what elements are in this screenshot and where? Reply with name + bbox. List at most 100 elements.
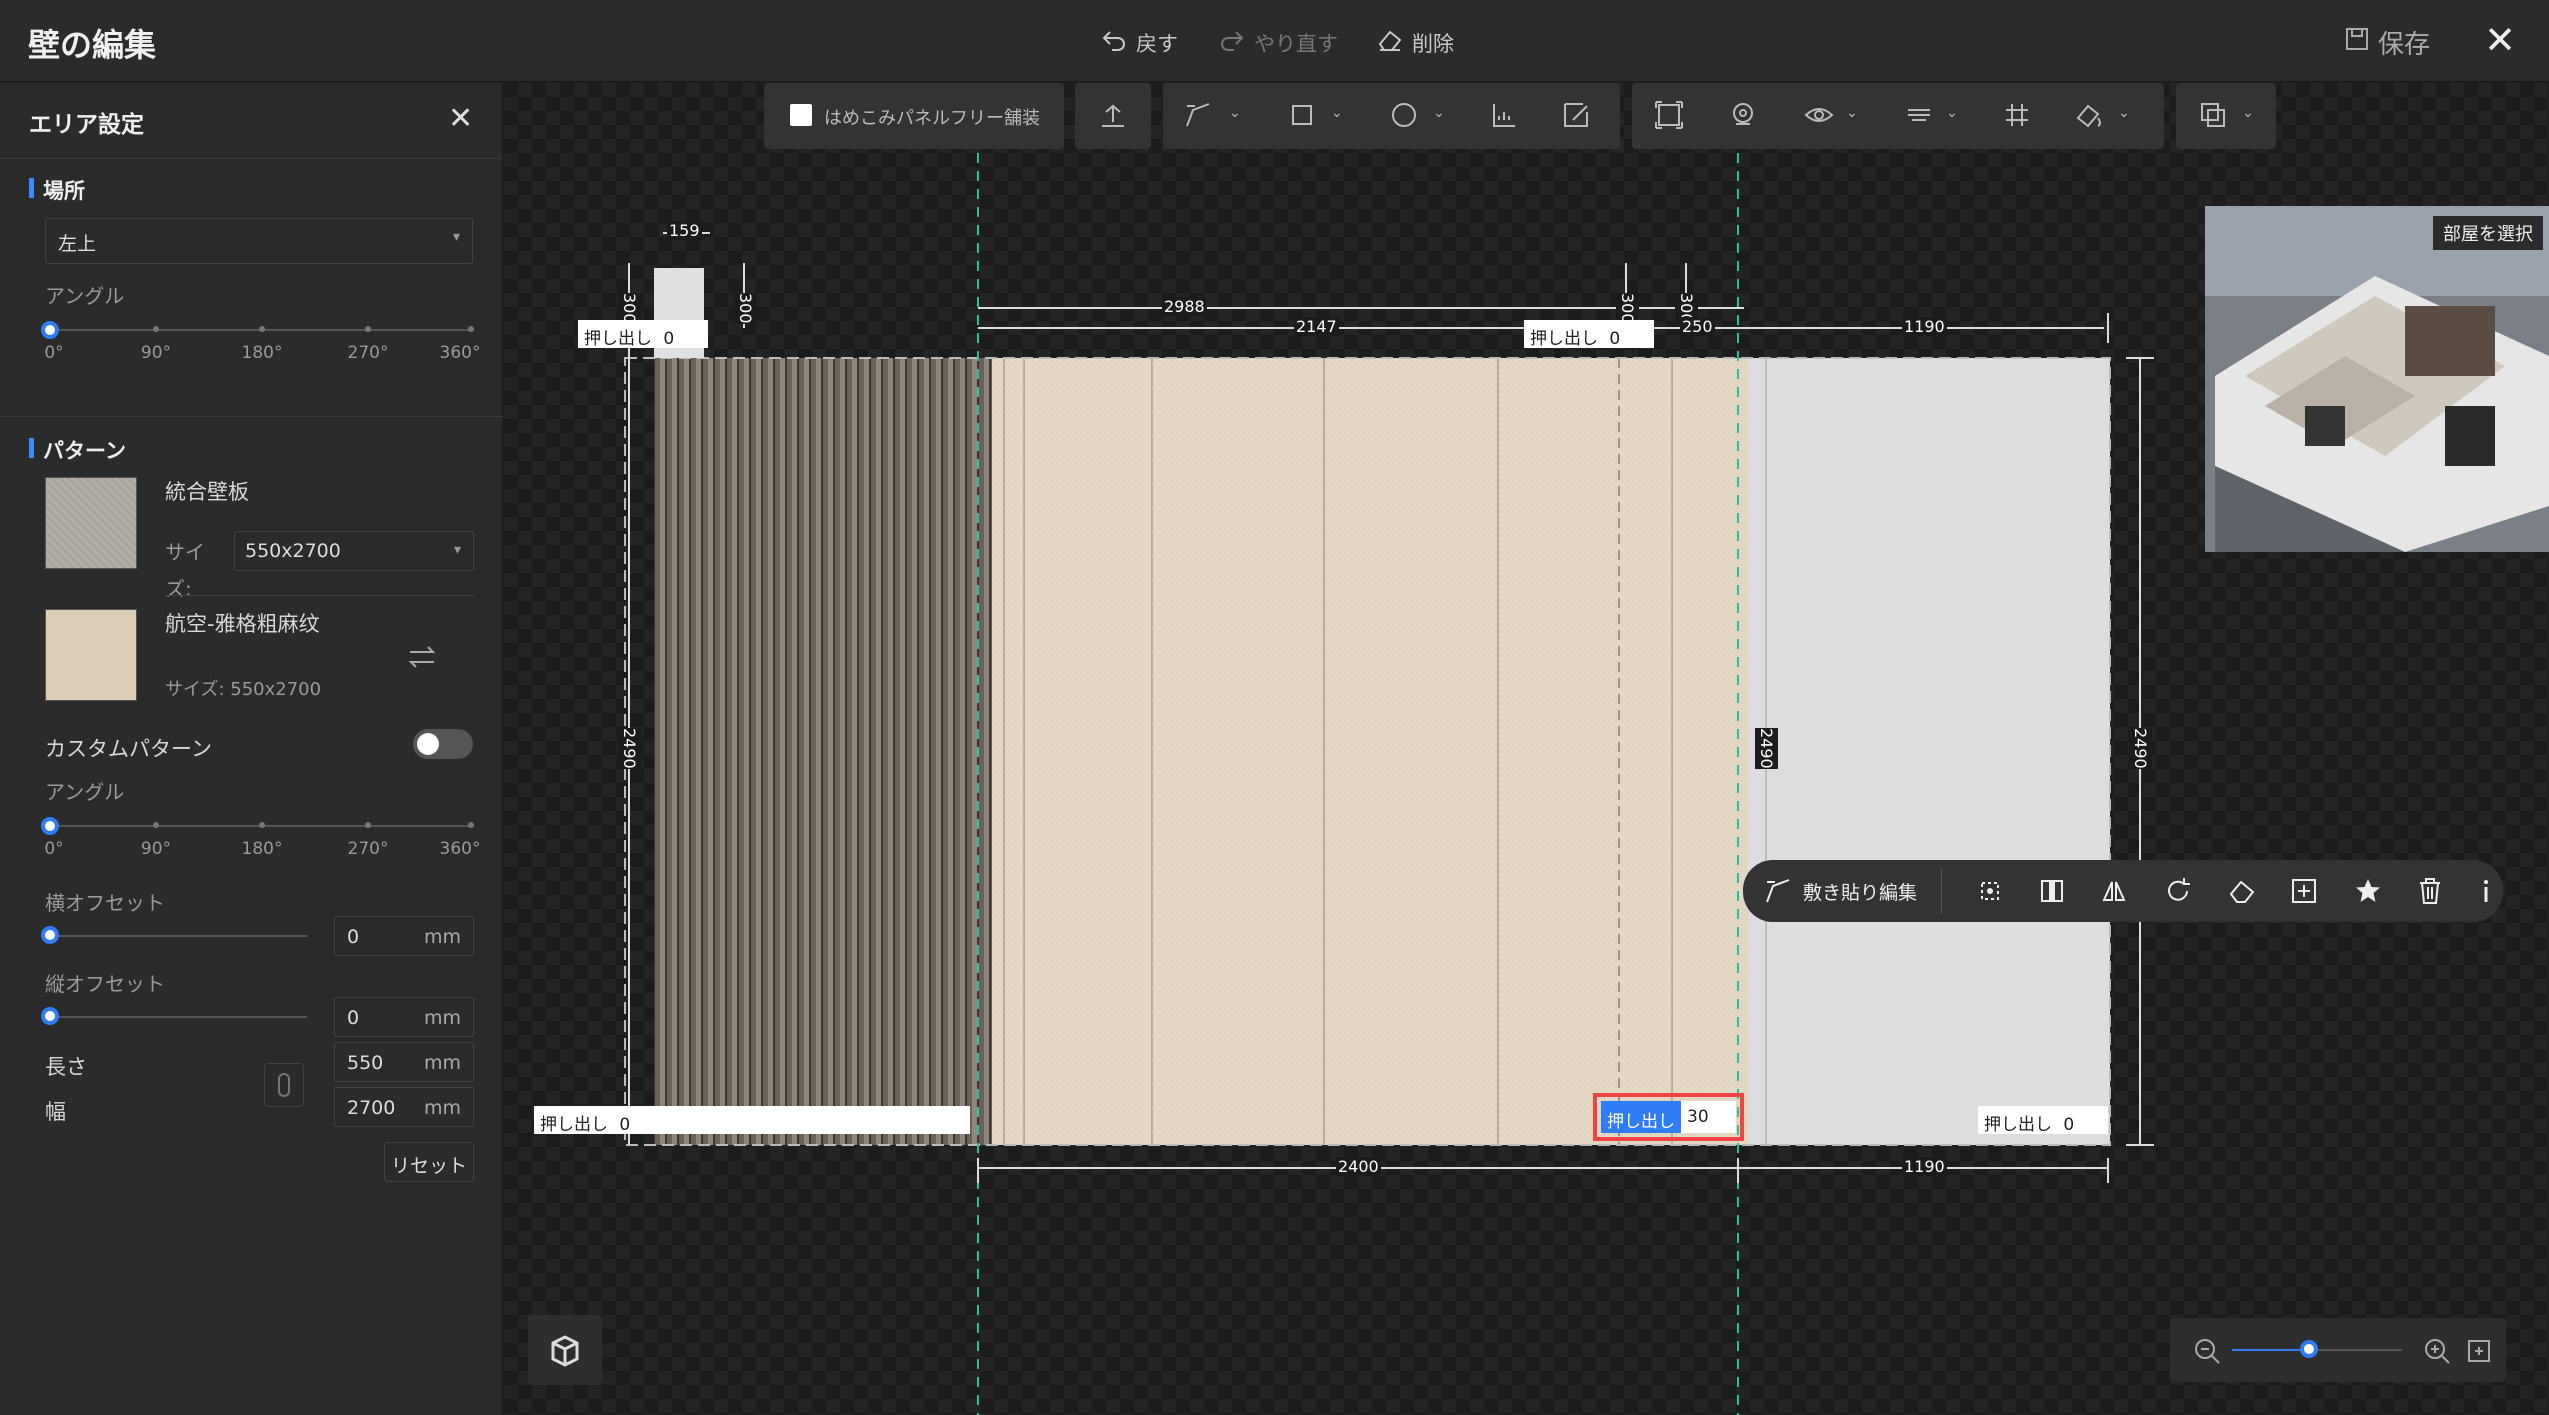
pattern-angle-slider[interactable]: 0° 90° 180° 270° 360° (41, 815, 480, 859)
location-select[interactable]: 左上 (45, 218, 473, 264)
mirror-icon[interactable] (2097, 874, 2131, 908)
delete-button[interactable]: 削除 (1376, 26, 1454, 59)
pattern-angle-knob[interactable] (41, 817, 59, 835)
chevron-down-icon[interactable]: ⌄ (1229, 105, 1241, 121)
layers-icon[interactable] (2196, 98, 2230, 132)
chevron-down-icon[interactable]: ⌄ (1331, 105, 1343, 121)
select-area-icon[interactable] (1652, 98, 1686, 132)
push-label-selected[interactable]: 押し出し 30 (1601, 1101, 1736, 1133)
info-icon[interactable] (2469, 874, 2503, 908)
push-value-input[interactable]: 30 (1687, 1107, 1709, 1127)
v-offset-input[interactable]: 0 mm (334, 997, 474, 1037)
location-section-title: 場所 (29, 175, 85, 205)
chevron-down-icon[interactable]: ⌄ (1433, 105, 1445, 121)
rectangle-tool-icon[interactable] (1285, 98, 1319, 132)
tick (468, 822, 474, 828)
push-label-bottom-left[interactable]: 押し出し 0 (534, 1106, 970, 1135)
focus-icon[interactable] (1973, 874, 2007, 908)
delete-label: 削除 (1412, 31, 1454, 56)
cube-icon (551, 1335, 579, 1367)
angle-slider-knob[interactable] (41, 321, 59, 339)
measure-icon[interactable] (1487, 98, 1521, 132)
tick (259, 822, 265, 828)
pattern1-name: 統合壁板 (165, 480, 249, 504)
chevron-down-icon[interactable]: ⌄ (2242, 105, 2254, 121)
room-minimap[interactable]: 部屋を選択 (2205, 206, 2549, 552)
grid-icon[interactable] (2000, 98, 2034, 132)
view-3d-button[interactable] (528, 1315, 602, 1385)
striped-panel[interactable] (654, 358, 992, 1145)
upload-icon[interactable] (1096, 98, 1130, 132)
push-label-top-left[interactable]: 押し出し 0 (578, 320, 708, 349)
paving-edit-icon[interactable] (1761, 874, 1795, 908)
push-label-bottom-right[interactable]: 押し出し 0 (1978, 1106, 2108, 1135)
custom-pattern-toggle[interactable] (413, 729, 473, 759)
push-label-top-mid[interactable]: 押し出し 0 (1524, 320, 1654, 349)
length-input[interactable]: 550 mm (334, 1042, 474, 1082)
pattern-section-title: パターン (29, 435, 126, 465)
pattern2-swatch[interactable] (45, 609, 137, 701)
add-icon[interactable] (2287, 874, 2321, 908)
save-button[interactable]: 保存 (2344, 24, 2430, 61)
pattern1-size-select[interactable]: 550x2700 (234, 531, 474, 571)
pattern2-name: 航空-雅格粗麻纹 (165, 612, 320, 636)
tick-label: 270° (347, 343, 389, 363)
rotate-icon[interactable] (2161, 874, 2195, 908)
dim-2400: 2400 (1336, 1157, 1381, 1176)
paving-edit-label[interactable]: 敷き貼り編集 (1803, 878, 1917, 905)
star-icon[interactable] (2351, 874, 2385, 908)
undo-button[interactable]: 戻す (1100, 26, 1178, 59)
linen-panel[interactable] (992, 358, 1748, 1145)
swap-icon[interactable] (405, 640, 439, 674)
width-input[interactable]: 2700 mm (334, 1087, 474, 1127)
h-offset-track (41, 935, 307, 937)
location-select-value: 左上 (58, 233, 97, 255)
undo-icon (1100, 26, 1128, 59)
length-label: 長さ (45, 1055, 87, 1079)
circle-tool-icon[interactable] (1387, 98, 1421, 132)
push-label-text: 押し出し (1530, 329, 1598, 349)
eraser-icon (1376, 26, 1404, 59)
chevron-down-icon[interactable]: ⌄ (2118, 105, 2130, 121)
length-value: 550 (347, 1052, 384, 1074)
panel-close-icon[interactable]: ✕ (448, 101, 473, 136)
angle-slider[interactable]: 0° 90° 180° 270° 360° (41, 319, 480, 363)
h-offset-slider[interactable] (41, 926, 307, 946)
title-bar: 壁の編集 戻す やり直す 削除 保存 ✕ (0, 0, 2549, 82)
zoom-out-icon[interactable] (2192, 1336, 2222, 1366)
zoom-slider[interactable] (2232, 1340, 2402, 1360)
v-offset-knob[interactable] (41, 1007, 59, 1025)
tick (365, 326, 371, 332)
zoom-knob[interactable] (2299, 1340, 2318, 1358)
edit-panel-icon[interactable] (1559, 98, 1593, 132)
panel-title: エリア設定 (29, 112, 144, 138)
v-offset-slider[interactable] (41, 1007, 307, 1027)
angle2-label: アングル (45, 780, 125, 804)
redo-button[interactable]: やり直す (1218, 26, 1338, 59)
lasso-icon[interactable] (1726, 98, 1760, 132)
h-offset-knob[interactable] (41, 926, 59, 944)
tick-label: 270° (347, 839, 389, 859)
split-icon[interactable] (2035, 874, 2069, 908)
fit-screen-icon[interactable] (2464, 1336, 2494, 1366)
reset-button[interactable]: リセット (384, 1142, 474, 1182)
link-ratio-icon[interactable] (264, 1063, 304, 1107)
h-offset-input[interactable]: 0 mm (334, 916, 474, 956)
trash-icon[interactable] (2413, 874, 2447, 908)
pattern1-swatch[interactable] (45, 477, 137, 569)
h-offset-value: 0 (347, 926, 360, 948)
chevron-down-icon[interactable]: ⌄ (1846, 105, 1858, 121)
h-offset-label: 横オフセット (45, 891, 165, 915)
pen-tool-icon[interactable] (1181, 98, 1215, 132)
select-room-button[interactable]: 部屋を選択 (2433, 216, 2543, 250)
grey-panel[interactable] (1748, 358, 2110, 1145)
eye-icon[interactable] (1802, 98, 1836, 132)
eraser-icon[interactable] (2225, 874, 2259, 908)
paint-icon[interactable] (2072, 98, 2106, 132)
zoom-in-icon[interactable] (2422, 1336, 2452, 1366)
align-icon[interactable] (1902, 98, 1936, 132)
freepaving-checkbox[interactable] (790, 104, 812, 126)
chevron-down-icon[interactable]: ⌄ (1946, 105, 1958, 121)
redo-label: やり直す (1254, 31, 1338, 56)
close-icon[interactable]: ✕ (2478, 18, 2522, 62)
